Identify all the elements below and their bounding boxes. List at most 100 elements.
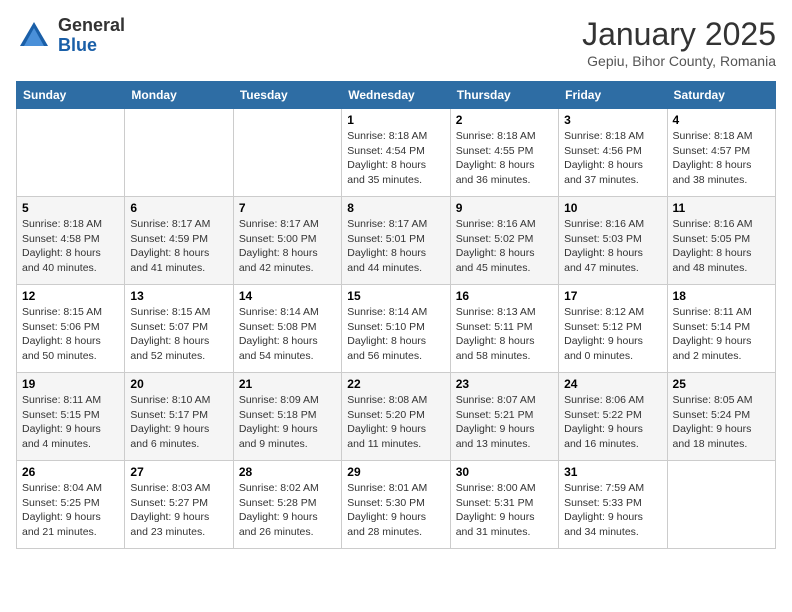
day-info: Sunrise: 8:18 AM Sunset: 4:55 PM Dayligh…: [456, 129, 553, 188]
day-number: 22: [347, 377, 444, 391]
day-info: Sunrise: 8:08 AM Sunset: 5:20 PM Dayligh…: [347, 393, 444, 452]
day-info: Sunrise: 8:13 AM Sunset: 5:11 PM Dayligh…: [456, 305, 553, 364]
calendar-day-cell: 18Sunrise: 8:11 AM Sunset: 5:14 PM Dayli…: [667, 285, 775, 373]
calendar-day-cell: 1 Sunrise: 8:18 AM Sunset: 4:54 PM Daylig…: [342, 109, 450, 197]
calendar-day-cell: 5 Sunrise: 8:18 AM Sunset: 4:58 PM Daylig…: [17, 197, 125, 285]
day-number: 5: [22, 201, 119, 215]
day-info: Sunrise: 8:04 AM Sunset: 5:25 PM Dayligh…: [22, 481, 119, 540]
day-number: 1: [347, 113, 444, 127]
day-info: Sunrise: 8:17 AM Sunset: 5:00 PM Dayligh…: [239, 217, 336, 276]
day-of-week-header: Friday: [559, 82, 667, 109]
day-number: 9: [456, 201, 553, 215]
day-info: Sunrise: 8:15 AM Sunset: 5:07 PM Dayligh…: [130, 305, 227, 364]
calendar-day-cell: 27 Sunrise: 8:03 AM Sunset: 5:27 PM Dayli…: [125, 461, 233, 549]
day-number: 2: [456, 113, 553, 127]
day-info: Sunrise: 8:03 AM Sunset: 5:27 PM Dayligh…: [130, 481, 227, 540]
day-number: 27: [130, 465, 227, 479]
calendar-week-row: 1 Sunrise: 8:18 AM Sunset: 4:54 PM Daylig…: [17, 109, 776, 197]
day-of-week-header: Sunday: [17, 82, 125, 109]
day-number: 10: [564, 201, 661, 215]
day-number: 25: [673, 377, 770, 391]
calendar-day-cell: [233, 109, 341, 197]
day-number: 4: [673, 113, 770, 127]
day-number: 8: [347, 201, 444, 215]
calendar-header-row: SundayMondayTuesdayWednesdayThursdayFrid…: [17, 82, 776, 109]
day-info: Sunrise: 8:01 AM Sunset: 5:30 PM Dayligh…: [347, 481, 444, 540]
day-info: Sunrise: 8:14 AM Sunset: 5:08 PM Dayligh…: [239, 305, 336, 364]
day-number: 17: [564, 289, 661, 303]
calendar-day-cell: 23 Sunrise: 8:07 AM Sunset: 5:21 PM Dayli…: [450, 373, 558, 461]
day-number: 18: [673, 289, 770, 303]
logo-icon: [16, 18, 52, 54]
day-number: 13: [130, 289, 227, 303]
day-info: Sunrise: 8:18 AM Sunset: 4:57 PM Dayligh…: [673, 129, 770, 188]
day-of-week-header: Wednesday: [342, 82, 450, 109]
calendar-day-cell: 4 Sunrise: 8:18 AM Sunset: 4:57 PM Daylig…: [667, 109, 775, 197]
location-subtitle: Gepiu, Bihor County, Romania: [582, 53, 776, 69]
day-of-week-header: Thursday: [450, 82, 558, 109]
day-number: 6: [130, 201, 227, 215]
calendar-day-cell: 19Sunrise: 8:11 AM Sunset: 5:15 PM Dayli…: [17, 373, 125, 461]
calendar-day-cell: 10 Sunrise: 8:16 AM Sunset: 5:03 PM Dayli…: [559, 197, 667, 285]
day-info: Sunrise: 8:16 AM Sunset: 5:03 PM Dayligh…: [564, 217, 661, 276]
calendar-day-cell: 31 Sunrise: 7:59 AM Sunset: 5:33 PM Dayli…: [559, 461, 667, 549]
calendar-day-cell: 25 Sunrise: 8:05 AM Sunset: 5:24 PM Dayli…: [667, 373, 775, 461]
calendar-week-row: 12 Sunrise: 8:15 AM Sunset: 5:06 PM Dayli…: [17, 285, 776, 373]
calendar-day-cell: 11Sunrise: 8:16 AM Sunset: 5:05 PM Dayli…: [667, 197, 775, 285]
day-info: Sunrise: 8:17 AM Sunset: 5:01 PM Dayligh…: [347, 217, 444, 276]
day-info: Sunrise: 8:18 AM Sunset: 4:58 PM Dayligh…: [22, 217, 119, 276]
day-of-week-header: Saturday: [667, 82, 775, 109]
calendar-week-row: 19Sunrise: 8:11 AM Sunset: 5:15 PM Dayli…: [17, 373, 776, 461]
calendar-week-row: 5 Sunrise: 8:18 AM Sunset: 4:58 PM Daylig…: [17, 197, 776, 285]
calendar-day-cell: 20Sunrise: 8:10 AM Sunset: 5:17 PM Dayli…: [125, 373, 233, 461]
calendar-day-cell: 6 Sunrise: 8:17 AM Sunset: 4:59 PM Daylig…: [125, 197, 233, 285]
day-number: 7: [239, 201, 336, 215]
day-number: 12: [22, 289, 119, 303]
day-info: Sunrise: 8:11 AM Sunset: 5:15 PM Dayligh…: [22, 393, 119, 452]
day-number: 23: [456, 377, 553, 391]
day-info: Sunrise: 8:12 AM Sunset: 5:12 PM Dayligh…: [564, 305, 661, 364]
calendar-day-cell: 15Sunrise: 8:14 AM Sunset: 5:10 PM Dayli…: [342, 285, 450, 373]
day-info: Sunrise: 8:15 AM Sunset: 5:06 PM Dayligh…: [22, 305, 119, 364]
logo: General Blue: [16, 16, 125, 56]
logo-general-label: General: [58, 16, 125, 36]
day-number: 29: [347, 465, 444, 479]
day-info: Sunrise: 8:07 AM Sunset: 5:21 PM Dayligh…: [456, 393, 553, 452]
day-number: 28: [239, 465, 336, 479]
day-number: 21: [239, 377, 336, 391]
calendar-day-cell: [17, 109, 125, 197]
calendar-day-cell: 22 Sunrise: 8:08 AM Sunset: 5:20 PM Dayli…: [342, 373, 450, 461]
calendar-day-cell: 26 Sunrise: 8:04 AM Sunset: 5:25 PM Dayli…: [17, 461, 125, 549]
calendar-day-cell: 13 Sunrise: 8:15 AM Sunset: 5:07 PM Dayli…: [125, 285, 233, 373]
day-info: Sunrise: 8:17 AM Sunset: 4:59 PM Dayligh…: [130, 217, 227, 276]
day-info: Sunrise: 8:02 AM Sunset: 5:28 PM Dayligh…: [239, 481, 336, 540]
day-info: Sunrise: 8:00 AM Sunset: 5:31 PM Dayligh…: [456, 481, 553, 540]
day-number: 11: [673, 201, 770, 215]
calendar-day-cell: 9Sunrise: 8:16 AM Sunset: 5:02 PM Daylig…: [450, 197, 558, 285]
calendar-day-cell: 21 Sunrise: 8:09 AM Sunset: 5:18 PM Dayli…: [233, 373, 341, 461]
day-number: 26: [22, 465, 119, 479]
calendar-day-cell: 3Sunrise: 8:18 AM Sunset: 4:56 PM Daylig…: [559, 109, 667, 197]
day-number: 16: [456, 289, 553, 303]
calendar-day-cell: [125, 109, 233, 197]
calendar-day-cell: 29 Sunrise: 8:01 AM Sunset: 5:30 PM Dayli…: [342, 461, 450, 549]
day-number: 15: [347, 289, 444, 303]
day-of-week-header: Tuesday: [233, 82, 341, 109]
day-of-week-header: Monday: [125, 82, 233, 109]
day-info: Sunrise: 7:59 AM Sunset: 5:33 PM Dayligh…: [564, 481, 661, 540]
day-info: Sunrise: 8:09 AM Sunset: 5:18 PM Dayligh…: [239, 393, 336, 452]
day-info: Sunrise: 8:05 AM Sunset: 5:24 PM Dayligh…: [673, 393, 770, 452]
calendar-day-cell: 28 Sunrise: 8:02 AM Sunset: 5:28 PM Dayli…: [233, 461, 341, 549]
calendar-day-cell: 24Sunrise: 8:06 AM Sunset: 5:22 PM Dayli…: [559, 373, 667, 461]
calendar-day-cell: 7 Sunrise: 8:17 AM Sunset: 5:00 PM Daylig…: [233, 197, 341, 285]
calendar-table: SundayMondayTuesdayWednesdayThursdayFrid…: [16, 81, 776, 549]
calendar-day-cell: 8 Sunrise: 8:17 AM Sunset: 5:01 PM Daylig…: [342, 197, 450, 285]
day-number: 30: [456, 465, 553, 479]
calendar-day-cell: 14Sunrise: 8:14 AM Sunset: 5:08 PM Dayli…: [233, 285, 341, 373]
day-info: Sunrise: 8:18 AM Sunset: 4:56 PM Dayligh…: [564, 129, 661, 188]
day-info: Sunrise: 8:18 AM Sunset: 4:54 PM Dayligh…: [347, 129, 444, 188]
calendar-day-cell: 30 Sunrise: 8:00 AM Sunset: 5:31 PM Dayli…: [450, 461, 558, 549]
day-number: 31: [564, 465, 661, 479]
day-number: 20: [130, 377, 227, 391]
calendar-day-cell: [667, 461, 775, 549]
